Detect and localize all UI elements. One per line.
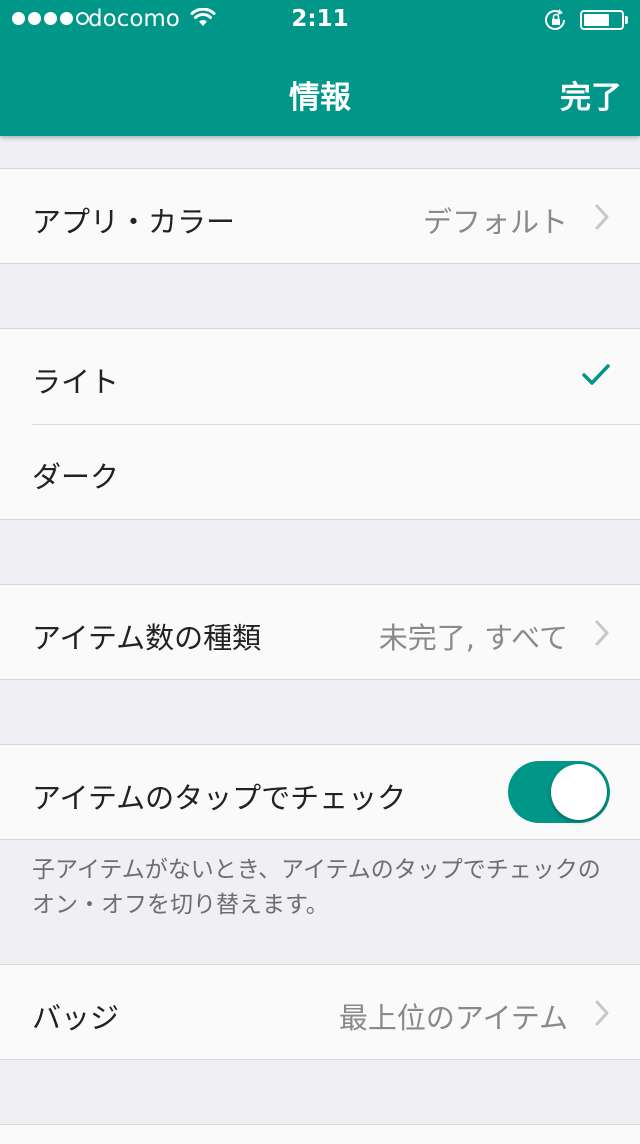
item-count-type-value: 未完了, すべて — [378, 621, 568, 655]
item-count-type-label: アイテム数の種類 — [32, 621, 262, 655]
theme-group: ライト ダーク — [0, 328, 640, 520]
theme-option-label: ライト — [32, 365, 120, 399]
theme-option-label: ダーク — [32, 460, 120, 494]
tap-to-check-footnote: 子アイテムがないとき、アイテムのタップでチェックのオン・オフを切り替えます。 — [32, 857, 601, 918]
done-button[interactable]: 完了 — [560, 72, 622, 117]
badge-group: バッジ 最上位のアイテム — [0, 964, 640, 1060]
app-color-label: アプリ・カラー — [32, 205, 236, 239]
app-color-value: デフォルト — [422, 205, 568, 239]
navigation-bar: docomo 2:11 情報 完了 — [0, 0, 640, 136]
rotation-lock-icon — [543, 8, 569, 38]
tap-to-check-group: アイテムのタップでチェック — [0, 744, 640, 840]
theme-option-light[interactable]: ライト — [0, 329, 640, 424]
badge-label: バッジ — [32, 1001, 120, 1035]
tap-to-check-toggle[interactable] — [508, 761, 610, 823]
app-color-row[interactable]: アプリ・カラー デフォルト — [0, 169, 640, 264]
battery-tip — [625, 16, 628, 24]
badge-row[interactable]: バッジ 最上位のアイテム — [0, 965, 640, 1060]
app-color-group: アプリ・カラー デフォルト — [0, 168, 640, 264]
tap-to-check-label: アイテムのタップでチェック — [32, 781, 407, 815]
chevron-right-icon — [594, 999, 610, 1031]
checkmark-icon — [582, 363, 610, 391]
status-bar: docomo 2:11 — [0, 0, 640, 40]
battery-icon — [580, 10, 624, 30]
chevron-right-icon — [594, 203, 610, 235]
badge-value: 最上位のアイテム — [338, 1001, 568, 1035]
battery-level — [584, 14, 609, 26]
theme-option-dark[interactable]: ダーク — [0, 424, 640, 519]
chevron-right-icon — [594, 619, 610, 651]
item-count-group: アイテム数の種類 未完了, すべて — [0, 584, 640, 680]
item-count-type-row[interactable]: アイテム数の種類 未完了, すべて — [0, 585, 640, 680]
page-title: 情報 — [289, 80, 351, 116]
toggle-knob — [551, 764, 607, 820]
next-group-edge — [0, 1124, 640, 1144]
tap-to-check-row: アイテムのタップでチェック — [0, 745, 640, 840]
